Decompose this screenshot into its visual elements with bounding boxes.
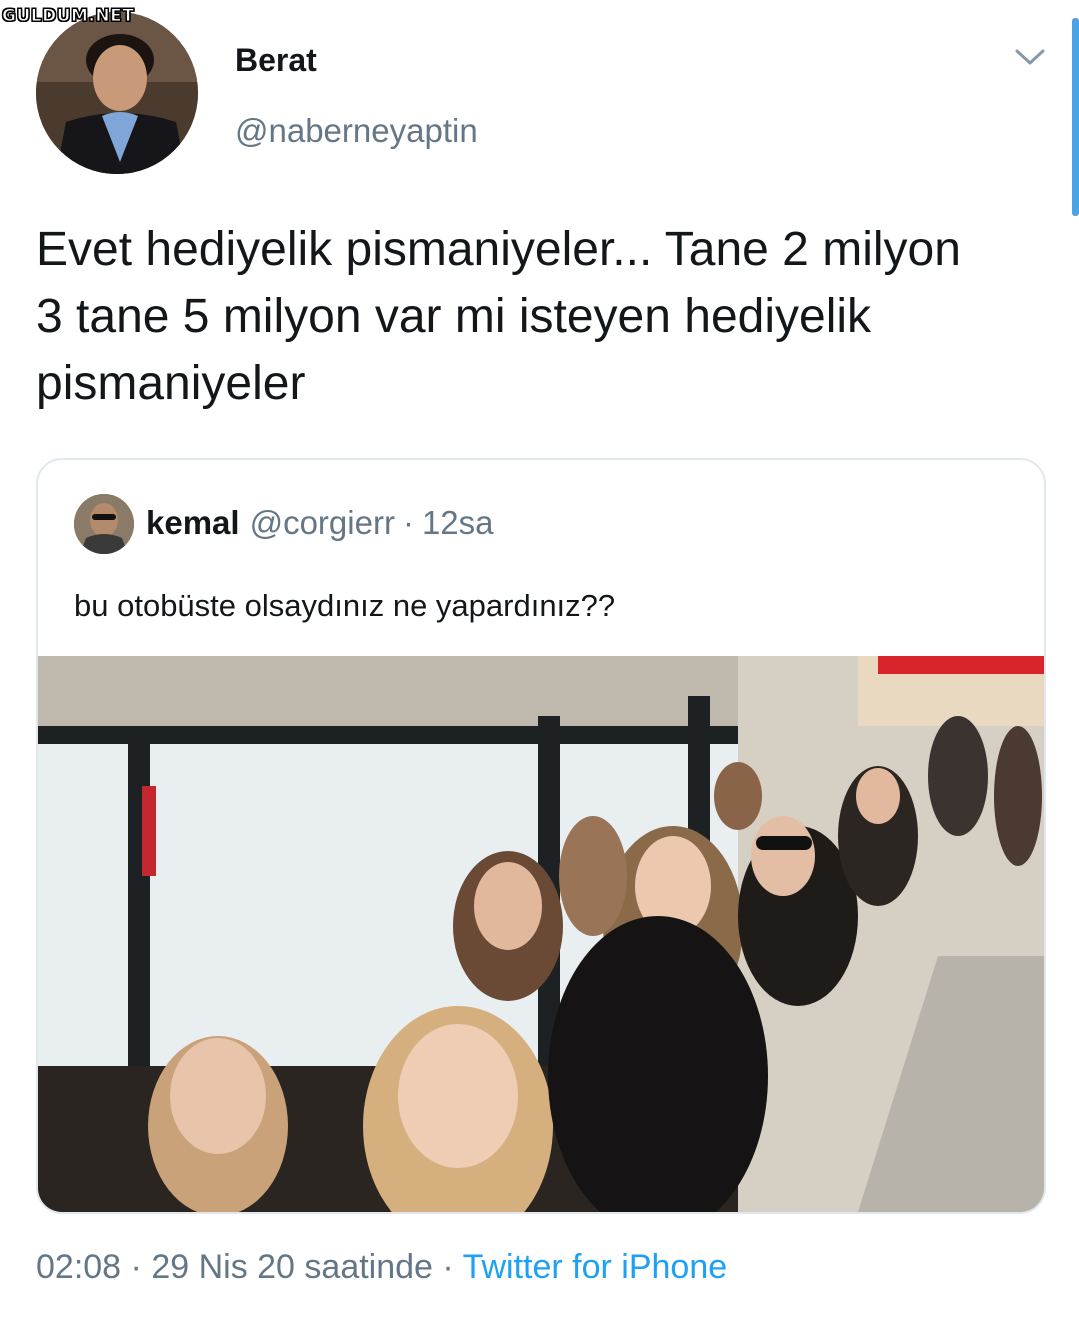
quoted-author-name[interactable]: kemal <box>146 504 240 541</box>
quoted-tweet-text: bu otobüste olsaydınız ne yapardınız?? <box>74 588 616 623</box>
quoted-tweet-photo[interactable] <box>38 656 1044 1212</box>
quoted-tweet-card[interactable]: kemal @corgierr · 12sa bu otobüste olsaydın… <box>36 458 1046 1214</box>
tweet-meta: 02:08 · 29 Nis 20 saatinde · Twitter for… <box>36 1248 727 1287</box>
quoted-avatar-image <box>74 494 134 554</box>
tweet-date[interactable]: 29 Nis 20 saatinde <box>151 1248 433 1286</box>
watermark-logo: GULDUM.NET <box>1 6 135 27</box>
meta-separator: · <box>442 1248 454 1286</box>
quoted-separator: · <box>402 504 414 541</box>
author-handle[interactable]: @naberneyaptin <box>235 112 478 150</box>
meta-separator: · <box>130 1248 142 1286</box>
tweet-source-link[interactable]: Twitter for iPhone <box>463 1248 728 1286</box>
chevron-down-icon <box>1015 49 1045 65</box>
scroll-indicator[interactable] <box>1072 18 1079 216</box>
bus-photo-image <box>38 656 1044 1212</box>
author-avatar-image <box>36 12 198 174</box>
tweet-menu-button[interactable] <box>1010 40 1050 74</box>
quoted-timestamp[interactable]: 12sa <box>422 504 494 541</box>
author-avatar[interactable] <box>36 12 198 174</box>
tweet-time[interactable]: 02:08 <box>36 1248 121 1286</box>
quoted-header: kemal @corgierr · 12sa <box>146 504 494 542</box>
quoted-author-avatar[interactable] <box>74 494 134 554</box>
tweet-text: Evet hediyelik pismaniyeler... Tane 2 mi… <box>36 223 961 410</box>
author-name[interactable]: Berat <box>235 42 317 79</box>
quoted-author-handle[interactable]: @corgierr <box>250 504 395 541</box>
